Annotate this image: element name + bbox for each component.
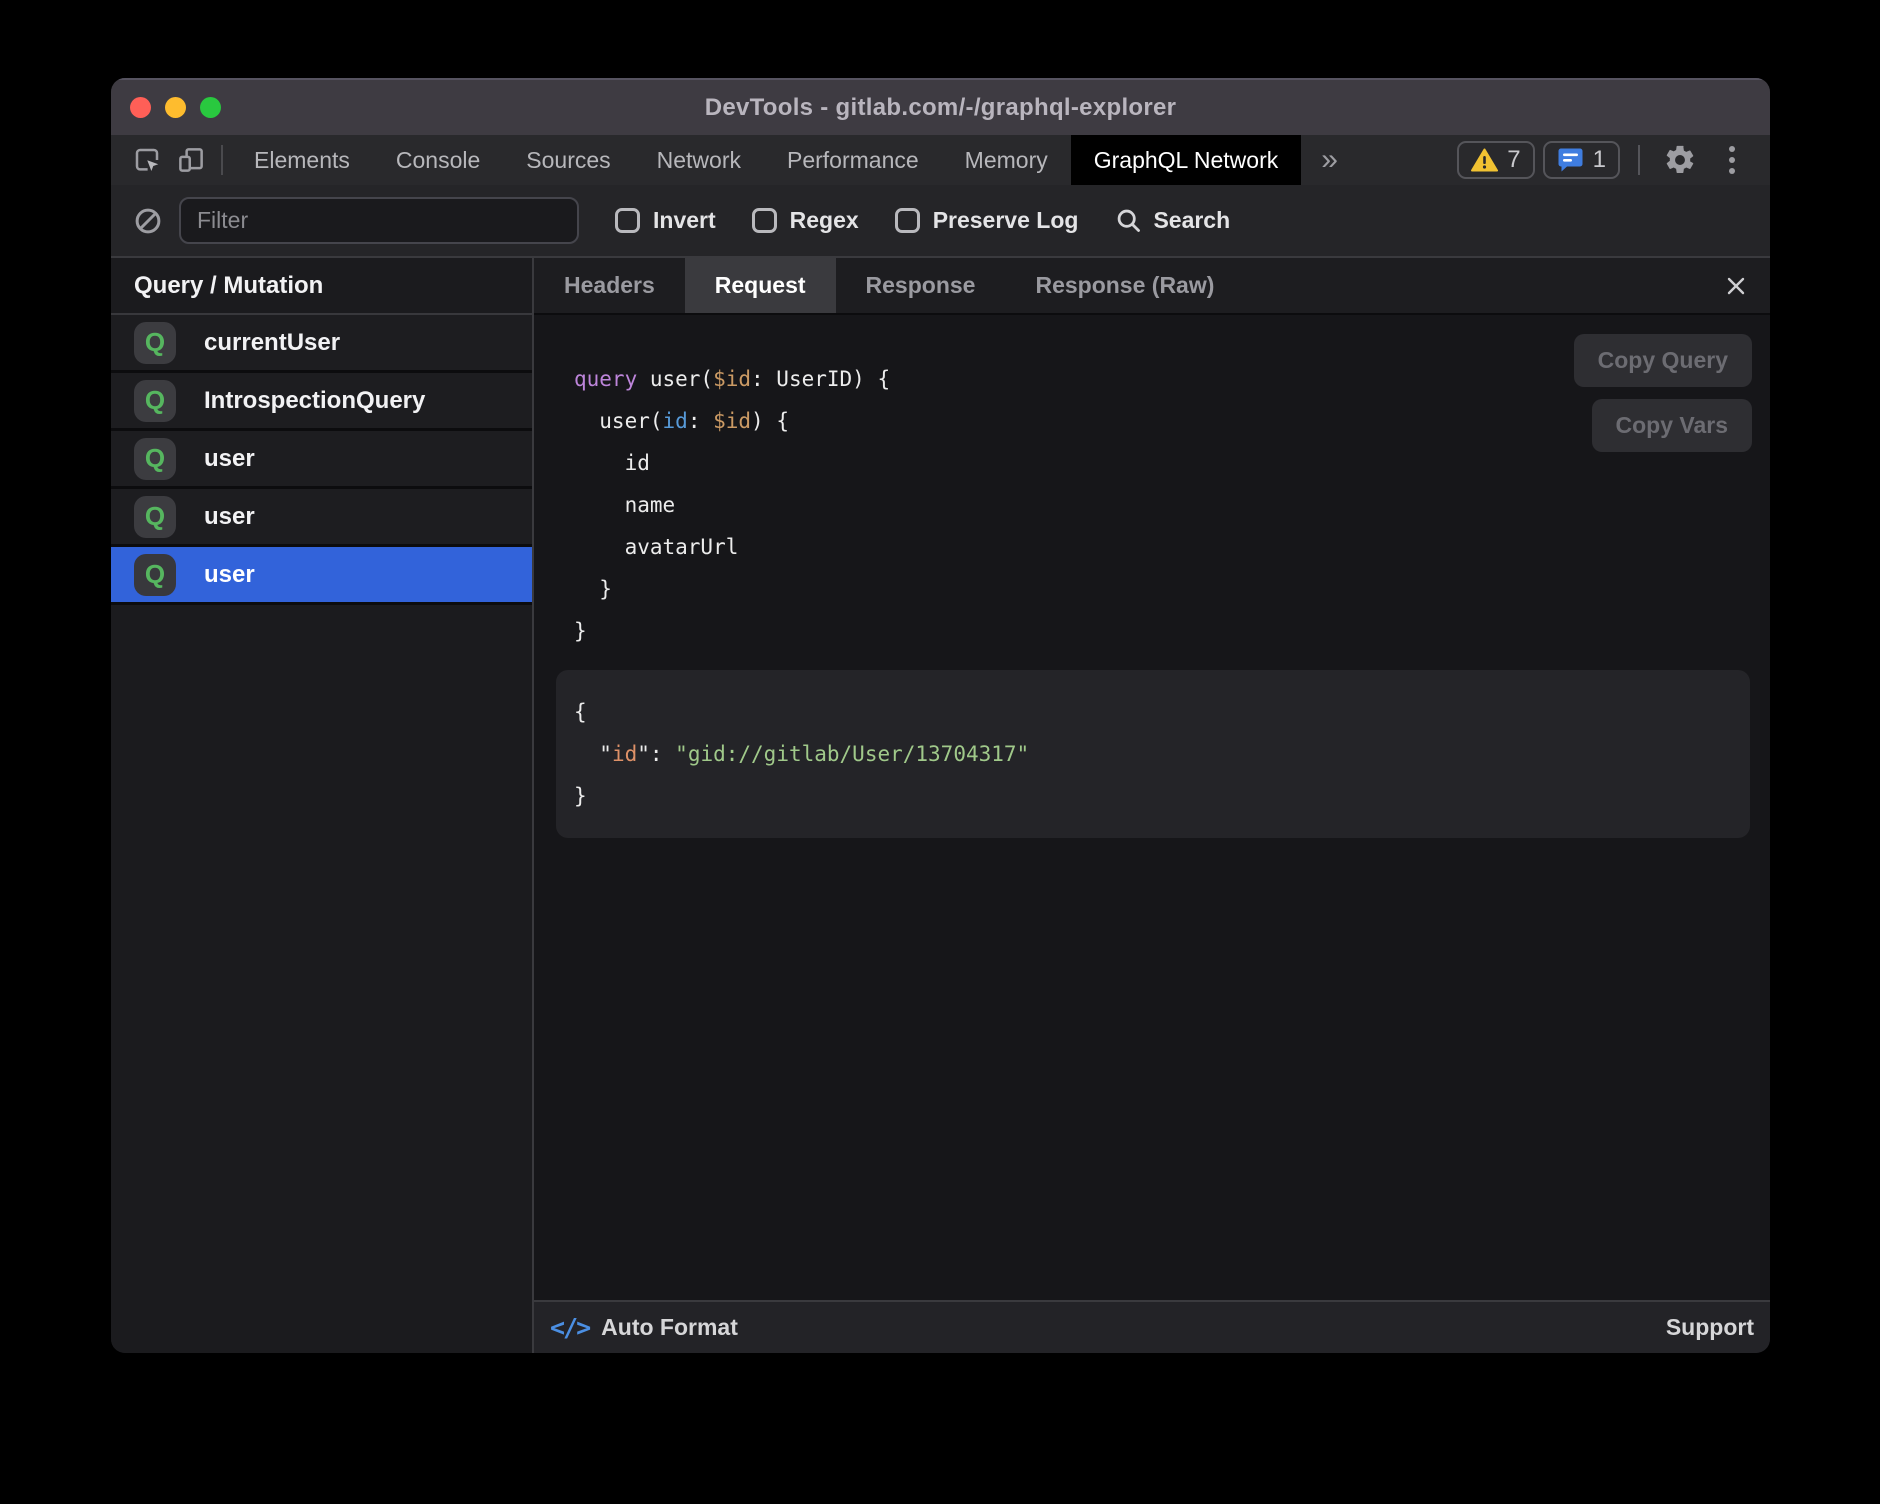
invert-checkbox-group[interactable]: Invert <box>615 207 716 234</box>
chat-bubble-icon <box>1557 147 1584 173</box>
device-toolbar-icon <box>176 145 206 175</box>
auto-format-label: Auto Format <box>601 1314 738 1341</box>
invert-checkbox[interactable] <box>615 208 640 233</box>
copy-query-button[interactable]: Copy Query <box>1574 334 1752 387</box>
query-type-badge: Q <box>134 322 176 364</box>
inspect-element-button[interactable] <box>125 135 169 185</box>
close-panel-button[interactable] <box>1720 258 1752 313</box>
double-chevron-icon: » <box>1321 143 1338 177</box>
search-icon <box>1114 206 1143 235</box>
more-options-button[interactable] <box>1710 146 1754 174</box>
query-name: user <box>204 503 255 531</box>
query-type-badge: Q <box>134 496 176 538</box>
tab-graphql-network[interactable]: GraphQL Network <box>1071 135 1302 185</box>
query-list-item[interactable]: Q user <box>111 489 532 547</box>
query-list-sidebar: Query / Mutation Q currentUser Q Introsp… <box>111 258 532 1353</box>
clear-button[interactable] <box>133 206 163 236</box>
toolbar-separator <box>221 145 223 175</box>
preserve-log-label: Preserve Log <box>933 207 1079 234</box>
gear-icon <box>1663 143 1697 177</box>
close-icon <box>1724 274 1748 298</box>
query-list-item[interactable]: Q IntrospectionQuery <box>111 373 532 431</box>
request-content: Copy Query Copy Vars query user($id: Use… <box>534 315 1770 1300</box>
tab-sources[interactable]: Sources <box>503 135 633 185</box>
query-name: currentUser <box>204 329 340 357</box>
main-area: Query / Mutation Q currentUser Q Introsp… <box>111 256 1770 1353</box>
filter-input[interactable] <box>179 197 579 244</box>
tab-response[interactable]: Response <box>836 258 1006 313</box>
code-brackets-icon: </> <box>550 1313 589 1342</box>
tab-request[interactable]: Request <box>685 258 836 313</box>
query-name: user <box>204 445 255 473</box>
tab-memory[interactable]: Memory <box>942 135 1071 185</box>
search-button[interactable]: Search <box>1114 206 1230 235</box>
regex-checkbox[interactable] <box>752 208 777 233</box>
search-label: Search <box>1153 207 1230 234</box>
window-title: DevTools - gitlab.com/-/graphql-explorer <box>705 94 1177 122</box>
more-tabs-button[interactable]: » <box>1301 135 1358 185</box>
devtools-window: DevTools - gitlab.com/-/graphql-explorer… <box>111 78 1770 1353</box>
query-type-badge: Q <box>134 554 176 596</box>
minimize-window-button[interactable] <box>165 97 186 118</box>
tab-headers[interactable]: Headers <box>534 258 685 313</box>
preserve-log-checkbox-group[interactable]: Preserve Log <box>895 207 1079 234</box>
query-list-item[interactable]: Q currentUser <box>111 315 532 373</box>
traffic-lights <box>130 80 221 135</box>
query-name: IntrospectionQuery <box>204 387 425 415</box>
tab-performance[interactable]: Performance <box>764 135 942 185</box>
inspect-cursor-icon <box>132 145 162 175</box>
copy-buttons: Copy Query Copy Vars <box>1574 334 1752 452</box>
controls-separator <box>1638 145 1640 175</box>
detail-panel: Headers Request Response Response (Raw) … <box>534 258 1770 1353</box>
settings-button[interactable] <box>1658 143 1702 177</box>
query-name: user <box>204 561 255 589</box>
filter-toolbar: Invert Regex Preserve Log Search <box>111 185 1770 256</box>
tab-network[interactable]: Network <box>634 135 764 185</box>
copy-vars-button[interactable]: Copy Vars <box>1592 399 1753 452</box>
panel-footer: </> Auto Format Support <box>534 1300 1770 1353</box>
toggle-device-toolbar-button[interactable] <box>169 135 213 185</box>
zoom-window-button[interactable] <box>200 97 221 118</box>
warnings-badge[interactable]: 7 <box>1457 141 1534 179</box>
query-variables-code: { "id": "gid://gitlab/User/13704317"} <box>574 691 1732 817</box>
close-window-button[interactable] <box>130 97 151 118</box>
auto-format-button[interactable]: </> Auto Format <box>550 1313 738 1342</box>
query-list-item[interactable]: Q user <box>111 431 532 489</box>
query-type-badge: Q <box>134 380 176 422</box>
query-variables-box: { "id": "gid://gitlab/User/13704317"} <box>556 670 1750 838</box>
messages-badge[interactable]: 1 <box>1543 141 1620 179</box>
devtools-tabbar: Elements Console Sources Network Perform… <box>111 135 1770 185</box>
block-icon <box>133 206 163 236</box>
detail-panel-tabs: Headers Request Response Response (Raw) <box>534 258 1770 315</box>
preserve-log-checkbox[interactable] <box>895 208 920 233</box>
warning-triangle-icon <box>1471 148 1498 172</box>
query-list-item-selected[interactable]: Q user <box>111 547 532 605</box>
tab-elements[interactable]: Elements <box>231 135 373 185</box>
sidebar-header: Query / Mutation <box>111 258 532 315</box>
support-link[interactable]: Support <box>1666 1314 1754 1341</box>
messages-count: 1 <box>1593 146 1606 174</box>
titlebar: DevTools - gitlab.com/-/graphql-explorer <box>111 78 1770 135</box>
regex-label: Regex <box>790 207 859 234</box>
tab-console[interactable]: Console <box>373 135 503 185</box>
regex-checkbox-group[interactable]: Regex <box>752 207 859 234</box>
kebab-menu-icon <box>1729 146 1735 152</box>
invert-label: Invert <box>653 207 716 234</box>
query-type-badge: Q <box>134 438 176 480</box>
warnings-count: 7 <box>1507 146 1520 174</box>
tab-response-raw[interactable]: Response (Raw) <box>1005 258 1244 313</box>
tabbar-controls: 7 1 <box>1457 135 1770 185</box>
